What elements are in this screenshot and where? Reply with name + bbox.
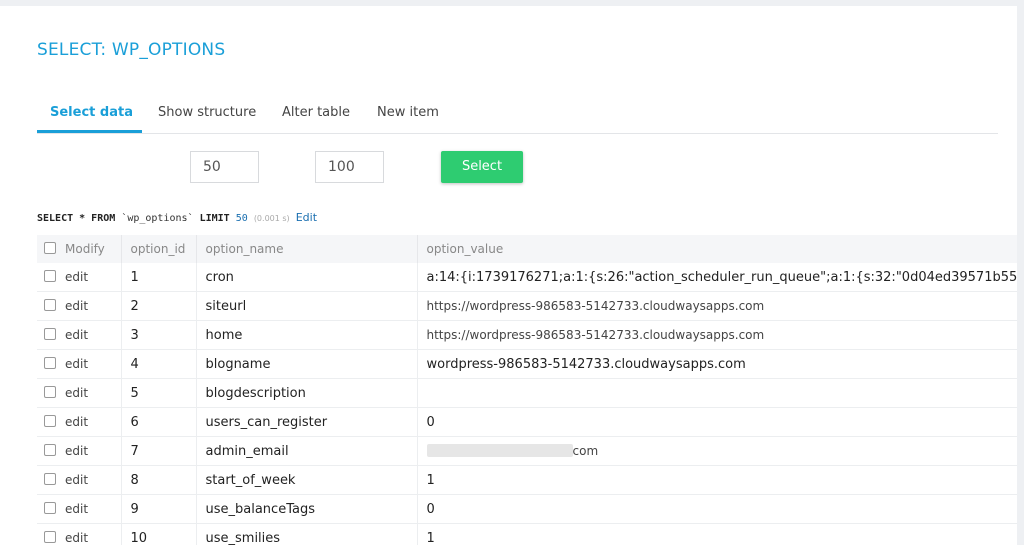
option-id-cell: 7 — [121, 436, 197, 466]
option-value-cell: 1 — [417, 523, 1017, 545]
modify-cell: edit — [37, 523, 122, 545]
tab-select-data[interactable]: Select data — [50, 105, 133, 120]
redacted-email — [426, 443, 573, 457]
row-checkbox[interactable] — [44, 327, 56, 340]
select-button[interactable]: Select — [441, 151, 523, 183]
option-name-cell: cron — [196, 263, 418, 292]
table-row: edit 2 siteurl https://wordpress-986583-514… — [37, 291, 1017, 321]
table-row: edit 3 home https://wordpress-986583-514273… — [37, 320, 1017, 350]
option-name-cell: blogname — [196, 349, 418, 379]
row-checkbox[interactable] — [44, 472, 56, 485]
sql-keyword-limit: LIMIT — [199, 213, 230, 224]
row-edit-link[interactable]: edit — [65, 357, 88, 371]
option-name-cell: admin_email — [196, 436, 418, 466]
main-panel: SELECT: WP_OPTIONS Select data Show stru… — [0, 6, 1017, 545]
option-id-cell: 8 — [121, 465, 197, 495]
option-value-cell: 1 — [417, 465, 1017, 495]
option-id-cell: 10 — [121, 523, 197, 545]
row-edit-link[interactable]: edit — [65, 531, 88, 545]
column-header-option-value[interactable]: option_value — [417, 235, 1017, 263]
option-name-cell: start_of_week — [196, 465, 418, 495]
tab-bar: Select data Show structure Alter table N… — [37, 102, 998, 134]
option-value-cell: 0 — [417, 494, 1017, 524]
sql-keyword-select: SELECT * FROM — [37, 213, 116, 224]
modify-cell: edit — [37, 320, 122, 350]
row-checkbox[interactable] — [44, 443, 56, 456]
table-row: edit 7 admin_email com — [37, 436, 1017, 466]
modify-cell: edit — [37, 465, 122, 495]
active-tab-indicator — [37, 130, 142, 133]
option-value-cell: a:14:{i:1739176271;a:1:{s:26:"action_sch… — [417, 263, 1017, 292]
option-id-cell: 5 — [121, 378, 197, 408]
option-value-cell: wordpress-986583-5142733.cloudwaysapps.c… — [417, 349, 1017, 379]
modify-cell: edit — [37, 407, 122, 437]
table-row: edit 10 use_smilies 1 — [37, 523, 1017, 545]
data-table: Modify option_id option_name option_valu… — [37, 235, 1017, 545]
tab-show-structure[interactable]: Show structure — [158, 105, 256, 120]
column-header-option-name[interactable]: option_name — [196, 235, 418, 263]
row-checkbox[interactable] — [44, 356, 56, 369]
option-name-cell: home — [196, 320, 418, 350]
table-body: edit 1 cron a:14:{i:1739176271;a:1:{s:26:"a… — [37, 263, 1017, 545]
column-header-modify: Modify — [37, 235, 122, 263]
table-row: edit 8 start_of_week 1 — [37, 465, 1017, 495]
option-id-cell: 2 — [121, 291, 197, 321]
row-edit-link[interactable]: edit — [65, 386, 88, 400]
modify-cell: edit — [37, 436, 122, 466]
option-value-cell: 0 — [417, 407, 1017, 437]
table-row: edit 5 blogdescription — [37, 378, 1017, 408]
modify-cell: edit — [37, 263, 122, 292]
sql-exec-time: (0.001 s) — [253, 214, 290, 223]
option-id-cell: 6 — [121, 407, 197, 437]
modify-cell: edit — [37, 291, 122, 321]
option-name-cell: users_can_register — [196, 407, 418, 437]
sql-query-line: SELECT * FROM `wp_options` LIMIT 50 (0.0… — [37, 211, 317, 224]
row-edit-link[interactable]: edit — [65, 328, 88, 342]
row-checkbox[interactable] — [44, 414, 56, 427]
option-name-cell: use_balanceTags — [196, 494, 418, 524]
row-edit-link[interactable]: edit — [65, 502, 88, 516]
modify-cell: edit — [37, 349, 122, 379]
option-id-cell: 1 — [121, 263, 197, 292]
row-checkbox[interactable] — [44, 385, 56, 398]
option-name-cell: blogdescription — [196, 378, 418, 408]
row-edit-link[interactable]: edit — [65, 415, 88, 429]
tab-alter-table[interactable]: Alter table — [282, 105, 350, 120]
select-all-checkbox[interactable] — [44, 242, 56, 254]
row-edit-link[interactable]: edit — [65, 299, 88, 313]
row-edit-link[interactable]: edit — [65, 270, 88, 284]
table-row: edit 6 users_can_register 0 — [37, 407, 1017, 437]
option-id-cell: 4 — [121, 349, 197, 379]
modify-cell: edit — [37, 378, 122, 408]
row-checkbox[interactable] — [44, 501, 56, 514]
option-value-cell: https://wordpress-986583-5142733.cloudwa… — [417, 320, 1017, 350]
table-row: edit 4 blogname wordpress-986583-5142733.cl… — [37, 349, 1017, 379]
option-value-cell: com — [417, 436, 1017, 466]
sql-limit-value: 50 — [235, 213, 248, 224]
column-header-option-id[interactable]: option_id — [121, 235, 197, 263]
option-value-cell — [417, 378, 1017, 408]
row-edit-link[interactable]: edit — [65, 473, 88, 487]
limit-input[interactable]: 50 — [190, 151, 259, 183]
option-name-cell: siteurl — [196, 291, 418, 321]
option-name-cell: use_smilies — [196, 523, 418, 545]
option-value-cell: https://wordpress-986583-5142733.cloudwa… — [417, 291, 1017, 321]
modify-cell: edit — [37, 494, 122, 524]
row-checkbox[interactable] — [44, 298, 56, 311]
row-edit-link[interactable]: edit — [65, 444, 88, 458]
text-length-input[interactable]: 100 — [315, 151, 384, 183]
tab-new-item[interactable]: New item — [377, 105, 439, 120]
table-row: edit 1 cron a:14:{i:1739176271;a:1:{s:26:"a… — [37, 263, 1017, 292]
sql-edit-link[interactable]: Edit — [296, 211, 317, 224]
row-checkbox[interactable] — [44, 530, 56, 543]
sql-table-name: `wp_options` — [121, 213, 194, 224]
option-id-cell: 3 — [121, 320, 197, 350]
row-checkbox[interactable] — [44, 269, 56, 282]
page-title: SELECT: WP_OPTIONS — [37, 40, 226, 60]
option-id-cell: 9 — [121, 494, 197, 524]
table-header-row: Modify option_id option_name option_valu… — [37, 235, 1017, 263]
table-row: edit 9 use_balanceTags 0 — [37, 494, 1017, 524]
